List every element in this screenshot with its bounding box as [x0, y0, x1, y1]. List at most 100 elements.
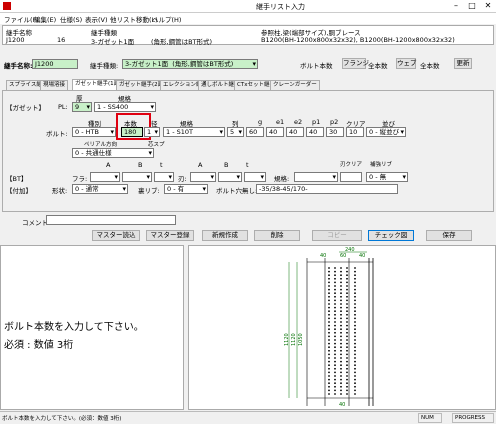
menu-help[interactable]: ヘルプ(H)	[152, 14, 181, 24]
message-line-1: ボルト本数を入力して下さい。	[4, 322, 144, 333]
clear-field[interactable]: 10	[346, 127, 364, 137]
bolt-mark	[328, 270, 330, 273]
check-drawing-button[interactable]: チェック図	[368, 230, 414, 241]
bt-flange-a-select[interactable]	[90, 172, 120, 182]
pl-spec-select[interactable]: 1 - SS400	[94, 102, 156, 112]
pl-thickness-select[interactable]: 9	[72, 102, 92, 112]
joint-drawing: 40 60 40 240 1120 1120 1050 40	[284, 247, 374, 408]
bolt-mark	[346, 281, 348, 284]
table-row[interactable]: J1200 16 3-ガゼット1面 (角形,鋼管はBT形式) B1200(BH-…	[3, 36, 493, 46]
flange-button[interactable]: フランジ	[342, 58, 369, 69]
bolt-mark	[334, 285, 336, 287]
bolt-mark	[354, 281, 356, 284]
bolt-mark	[328, 317, 330, 320]
g-field[interactable]: 60	[246, 127, 264, 137]
menu-spec[interactable]: 仕様(S)	[60, 14, 82, 24]
bolt-mark	[340, 393, 342, 395]
menu-edit[interactable]: 編集(E)	[34, 14, 56, 24]
p1-field[interactable]: 40	[306, 127, 324, 137]
back-rib-select[interactable]: 0 - 有	[164, 184, 208, 194]
delete-button[interactable]: 削除	[254, 230, 300, 241]
bolt-mark	[354, 360, 356, 363]
dim-left-a: 1120	[284, 333, 290, 346]
bt-flange-t-select[interactable]	[154, 172, 174, 182]
close-button[interactable]: ✕	[481, 1, 495, 12]
update-button[interactable]: 更新	[454, 58, 472, 69]
bolt-spec-value: 1 - S10T	[166, 128, 193, 136]
maximize-button[interactable]: □	[465, 1, 479, 12]
bolt-mark	[354, 295, 356, 298]
blade-clear-field[interactable]	[340, 172, 362, 182]
bt-blade-b-select[interactable]	[218, 172, 242, 182]
bolt-mark	[328, 357, 330, 359]
bolt-mark	[334, 367, 336, 370]
bt-section-label: 【BT】	[6, 175, 28, 183]
bolt-mark	[328, 299, 330, 302]
bolt-mark	[328, 389, 330, 392]
bolt-mark	[346, 317, 348, 320]
minimize-button[interactable]: –	[449, 1, 463, 12]
bolt-mark	[328, 346, 330, 349]
bolt-mark	[346, 339, 348, 341]
bolt-mark	[340, 357, 342, 359]
bolt-mark	[354, 313, 356, 316]
p2-header: p2	[330, 118, 339, 126]
menu-move-list[interactable]: 他リスト移動(L)	[110, 14, 158, 24]
e1-field[interactable]: 40	[266, 127, 284, 137]
bolt-mark	[340, 313, 342, 316]
bt-blade-a-select[interactable]	[190, 172, 216, 182]
tab-crane-girder[interactable]: クレーンガーダー	[270, 80, 320, 90]
flange-count: 全本数	[368, 62, 388, 70]
bolt-rows-select[interactable]: 5	[227, 127, 244, 137]
bolt-mark	[354, 357, 356, 359]
bt-t-header: t	[160, 161, 163, 169]
bolt-mark	[334, 274, 336, 277]
e2-field[interactable]: 40	[286, 127, 304, 137]
bolt-spec-select[interactable]: 1 - S10T	[163, 127, 225, 137]
web-button[interactable]: ウェブ	[396, 58, 417, 69]
rib-header: 補強リブ	[370, 162, 393, 168]
bolt-mark	[354, 375, 356, 377]
bt-flange-b-select[interactable]	[122, 172, 152, 182]
bt-blade-t-select[interactable]	[244, 172, 266, 182]
bolt-mark	[354, 378, 356, 381]
bolt-mark	[328, 349, 330, 352]
bolt-mark	[340, 378, 342, 381]
e1-header: e1	[276, 118, 285, 126]
bolt-mark	[340, 299, 342, 302]
bolt-mark	[354, 346, 356, 349]
joint-name-field[interactable]: J1200	[32, 59, 78, 69]
web-count: 全本数	[420, 62, 440, 70]
bt-spec-select[interactable]	[294, 172, 338, 182]
rib-select[interactable]: 0 - 無	[366, 172, 408, 182]
p2-field[interactable]: 30	[326, 127, 344, 137]
bolt-mark	[340, 281, 342, 284]
bolt-mark	[340, 324, 342, 327]
order-select[interactable]: 0 - 縦並び	[366, 127, 406, 137]
bolt-diameter-select[interactable]: 1	[144, 127, 160, 137]
tab-field-weld[interactable]: 現場溶接	[40, 80, 69, 90]
master-register-button[interactable]: マスター登録	[146, 230, 194, 241]
bolt-kind-select[interactable]: 0 - HTB	[72, 127, 116, 137]
bolt-mark	[328, 360, 330, 363]
bolt-mark	[346, 342, 348, 345]
new-button[interactable]: 新規作成	[202, 230, 248, 241]
bolt-mark	[346, 335, 348, 338]
bolt-count-field[interactable]: 180	[121, 127, 143, 137]
bolt-hole-field[interactable]: -35/38-45/170-	[256, 184, 398, 194]
bolt-mark	[340, 346, 342, 349]
bolt-mark	[340, 267, 342, 269]
bolt-mark	[346, 310, 348, 313]
master-load-button[interactable]: マスター読込	[92, 230, 140, 241]
bt-spec-label: 規格:	[274, 175, 290, 183]
bolt-mark	[346, 357, 348, 359]
pitch-select[interactable]: 0 - 共通仕様	[72, 148, 154, 158]
bolt-mark	[354, 277, 356, 280]
save-button[interactable]: 保存	[426, 230, 472, 241]
menu-view[interactable]: 表示(V)	[85, 14, 108, 24]
bolt-mark	[328, 303, 330, 305]
joint-type-select[interactable]: 3-ガゼット1面 (角形,鋼管はBT形式)	[122, 59, 258, 69]
shape-select[interactable]: 0 - 通常	[72, 184, 128, 194]
bolt-mark	[328, 339, 330, 341]
comment-field[interactable]	[46, 215, 176, 225]
